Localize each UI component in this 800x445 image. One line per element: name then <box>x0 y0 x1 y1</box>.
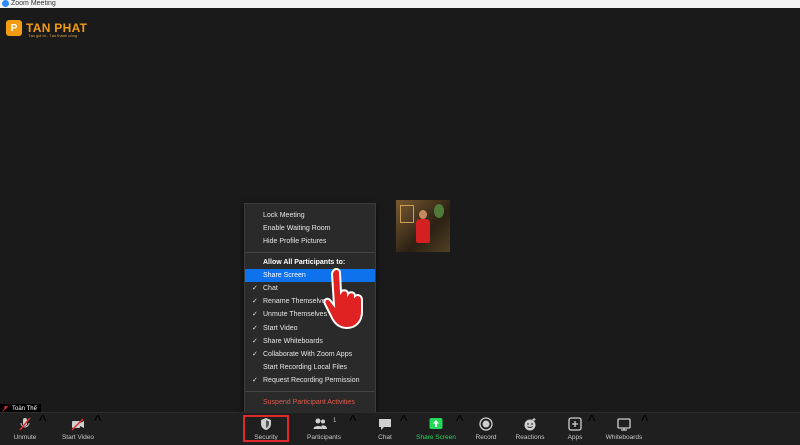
window-title: Zoom Meeting <box>11 0 56 7</box>
checkmark-icon: ✓ <box>252 338 258 345</box>
menu-separator <box>245 252 375 253</box>
share-screen-button[interactable]: Share Screen <box>414 413 458 445</box>
reactions-label: Reactions <box>515 434 545 441</box>
menu-item-share-whiteboards[interactable]: ✓ Share Whiteboards <box>245 335 375 348</box>
security-highlight-box <box>243 415 289 442</box>
menu-separator <box>245 391 375 392</box>
chat-label: Chat <box>378 434 392 441</box>
menu-item-collaborate-zoom-apps[interactable]: ✓ Collaborate With Zoom Apps <box>245 348 375 361</box>
menu-item-label: Start Recording Local Files <box>263 364 348 371</box>
participants-button[interactable]: 1 Participants <box>302 413 346 445</box>
menu-item-label: Chat <box>263 285 278 292</box>
participants-label: Participants <box>307 434 341 441</box>
person-figure <box>416 210 430 250</box>
participants-options-caret[interactable]: ^ <box>349 413 357 445</box>
menu-item-label: Share Whiteboards <box>263 338 323 345</box>
menu-item-label: Request Recording Permission <box>263 377 360 384</box>
person-dress <box>416 219 430 243</box>
brand-logo-mark: P <box>6 20 22 36</box>
participants-icon <box>313 418 327 429</box>
unmute-label: Unmute <box>13 434 37 441</box>
menu-item-lock-meeting[interactable]: Lock Meeting <box>245 209 375 222</box>
participants-count: 1 <box>333 418 337 424</box>
brand-logo: P TAN PHAT Tạo giá trị - Tạo thành công <box>6 20 87 38</box>
chat-bubble-icon <box>379 419 391 430</box>
zoom-app-icon <box>2 0 9 7</box>
audio-options-caret[interactable]: ^ <box>39 413 47 445</box>
record-button[interactable]: Record <box>470 413 502 445</box>
checkmark-icon: ✓ <box>252 285 258 292</box>
menu-item-label: Share Screen <box>263 272 306 279</box>
checkmark-icon: ✓ <box>252 377 258 384</box>
participant-video-thumbnail[interactable] <box>396 200 450 252</box>
chat-button[interactable]: Chat <box>370 413 400 445</box>
muted-mic-icon <box>2 405 9 412</box>
whiteboards-options-caret[interactable]: ^ <box>641 413 649 445</box>
menu-item-label: Collaborate With Zoom Apps <box>263 351 353 358</box>
menu-item-request-recording-permission[interactable]: ✓ Request Recording Permission <box>245 374 375 387</box>
apps-icon <box>568 417 582 431</box>
video-options-caret[interactable]: ^ <box>94 413 102 445</box>
apps-label: Apps <box>567 434 583 441</box>
checkmark-icon: ✓ <box>252 351 258 358</box>
chat-options-caret[interactable]: ^ <box>400 413 408 445</box>
checkmark-icon: ✓ <box>252 311 258 318</box>
whiteboards-button[interactable]: Whiteboards <box>602 413 646 445</box>
menu-item-start-recording-local[interactable]: Start Recording Local Files <box>245 361 375 374</box>
share-screen-icon <box>429 418 443 429</box>
menu-item-label: Start Video <box>263 325 298 332</box>
menu-item-label: Unmute Themselves <box>263 311 328 318</box>
person-head <box>419 210 427 219</box>
window-titlebar: Zoom Meeting <box>0 0 800 8</box>
record-icon <box>479 417 493 431</box>
apps-button[interactable]: Apps <box>562 413 588 445</box>
share-screen-label: Share Screen <box>416 434 456 441</box>
wall-frame <box>400 205 414 223</box>
whiteboard-icon <box>617 418 631 431</box>
menu-item-suspend-activities[interactable]: Suspend Participant Activities <box>245 396 375 409</box>
reactions-icon <box>524 418 536 431</box>
record-label: Record <box>475 434 497 441</box>
menu-item-enable-waiting-room[interactable]: Enable Waiting Room <box>245 222 375 235</box>
reactions-button[interactable]: Reactions <box>512 413 548 445</box>
share-options-caret[interactable]: ^ <box>456 413 464 445</box>
whiteboards-label: Whiteboards <box>605 434 643 441</box>
muted-mic-icon <box>19 417 31 431</box>
participant-name: Toàn Thế <box>12 405 37 412</box>
meeting-toolbar: Unmute ^ Start Video ^ Security 1 Partic… <box>0 412 800 445</box>
video-off-icon <box>71 418 84 431</box>
pointing-hand-icon <box>323 268 363 330</box>
plant-shape <box>434 204 444 218</box>
checkmark-icon: ✓ <box>252 298 258 305</box>
apps-options-caret[interactable]: ^ <box>588 413 596 445</box>
menu-item-hide-profile-pictures[interactable]: Hide Profile Pictures <box>245 235 375 248</box>
brand-slogan: Tạo giá trị - Tạo thành công <box>28 33 78 38</box>
checkmark-icon: ✓ <box>252 325 258 332</box>
unmute-button[interactable]: Unmute <box>8 413 42 445</box>
